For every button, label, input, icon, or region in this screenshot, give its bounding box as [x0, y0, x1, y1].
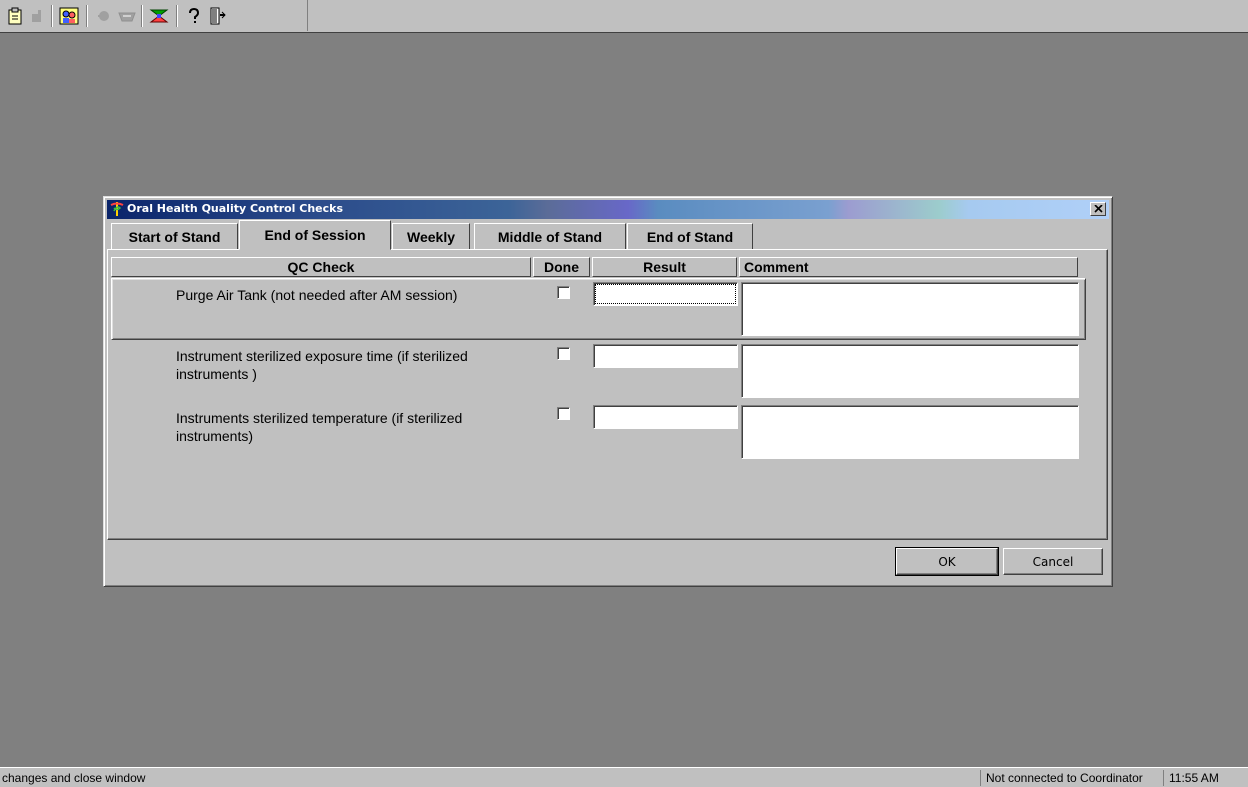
help-icon[interactable] — [183, 5, 205, 27]
column-header-comment[interactable]: Comment — [739, 257, 1078, 277]
status-bar: changes and close window Not connected t… — [0, 767, 1248, 787]
transfer-icon[interactable] — [148, 5, 170, 27]
toolbar-separator — [51, 5, 53, 27]
column-header-qc-check[interactable]: QC Check — [111, 257, 531, 277]
column-header-result[interactable]: Result — [592, 257, 737, 277]
close-icon — [1093, 205, 1103, 213]
toolbar-strip — [0, 0, 308, 31]
toolbar-separator — [86, 5, 88, 27]
status-message: changes and close window — [2, 771, 146, 785]
column-header-done[interactable]: Done — [533, 257, 590, 277]
dialog-title: Oral Health Quality Control Checks — [127, 202, 344, 215]
done-checkbox[interactable] — [557, 286, 570, 299]
pointing-hand-icon — [93, 5, 115, 27]
result-input[interactable] — [593, 405, 738, 429]
status-time: 11:55 AM — [1163, 770, 1219, 786]
comment-input[interactable] — [741, 344, 1079, 398]
done-checkbox[interactable] — [557, 407, 570, 420]
clipboard-icon[interactable] — [4, 5, 26, 27]
toolbar-separator — [176, 5, 178, 27]
tab-end-of-session[interactable]: End of Session — [239, 220, 391, 250]
qc-check-label: Instrument sterilized exposure time (if … — [176, 348, 468, 382]
toolbar-separator — [141, 5, 143, 27]
tab-weekly[interactable]: Weekly — [392, 223, 470, 249]
ok-button[interactable]: OK — [895, 547, 999, 576]
tab-end-of-stand[interactable]: End of Stand — [627, 223, 753, 249]
comment-input[interactable] — [741, 405, 1079, 459]
caduceus-icon — [110, 201, 124, 220]
qc-check-label: Instruments sterilized temperature (if s… — [176, 410, 463, 444]
result-input[interactable] — [593, 344, 738, 368]
cancel-button[interactable]: Cancel — [1003, 548, 1103, 575]
exit-door-icon[interactable] — [206, 5, 228, 27]
dialog-titlebar[interactable]: Oral Health Quality Control Checks — [107, 200, 1109, 219]
qc-check-label: Purge Air Tank (not needed after AM sess… — [176, 287, 458, 303]
tab-middle-of-stand[interactable]: Middle of Stand — [474, 223, 626, 249]
status-connection: Not connected to Coordinator — [980, 770, 1143, 786]
people-icon[interactable] — [58, 5, 80, 27]
close-button[interactable] — [1090, 202, 1106, 216]
hand-icon — [26, 5, 48, 27]
comment-input[interactable] — [741, 282, 1079, 336]
app-toolbar — [0, 0, 1248, 33]
tab-start-of-stand[interactable]: Start of Stand — [111, 223, 238, 249]
done-checkbox[interactable] — [557, 347, 570, 360]
result-input[interactable] — [593, 282, 738, 306]
tray-icon — [116, 5, 138, 27]
